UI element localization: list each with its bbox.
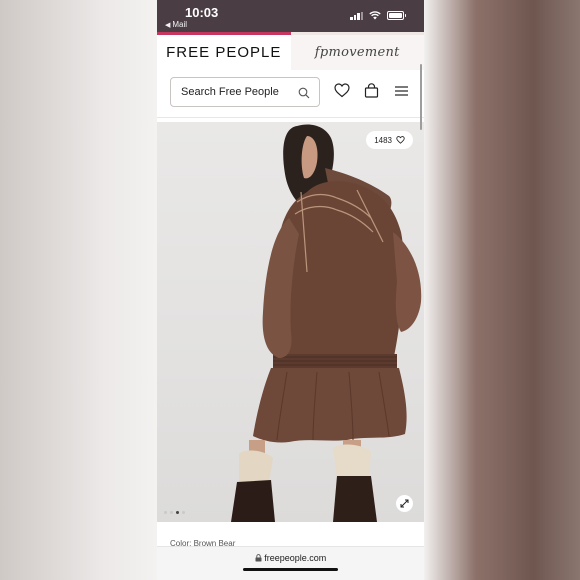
battery-icon: [387, 11, 406, 20]
likes-button[interactable]: 1483: [366, 131, 413, 149]
status-time: 10:03: [185, 5, 219, 20]
likes-count: 1483: [374, 135, 392, 145]
carousel-dot[interactable]: [170, 511, 173, 514]
url-display[interactable]: freepeople.com: [157, 553, 424, 563]
model-photo: [231, 124, 422, 522]
expand-image-button[interactable]: [396, 495, 413, 512]
carousel-dot[interactable]: [164, 511, 167, 514]
url-text: freepeople.com: [264, 553, 327, 563]
carousel-dots[interactable]: [164, 511, 185, 514]
status-bar: 10:03 ◀ Mail: [157, 0, 424, 32]
carousel-dot[interactable]: [182, 511, 185, 514]
search-header: Search Free People: [157, 70, 424, 118]
back-label: Mail: [172, 20, 188, 29]
signal-icon: [350, 11, 363, 20]
wifi-icon: [369, 11, 381, 20]
back-to-mail-link[interactable]: ◀ Mail: [165, 20, 187, 29]
phone-screen: 10:03 ◀ Mail FREE PEOPLE fpmovement Sear: [157, 0, 424, 580]
product-image[interactable]: 1483: [157, 122, 424, 522]
carousel-dot-active[interactable]: [176, 511, 179, 514]
scrollbar[interactable]: [420, 64, 422, 130]
heart-outline-icon: [396, 136, 405, 144]
status-icons: [350, 11, 406, 20]
search-placeholder: Search Free People: [181, 86, 279, 98]
search-input[interactable]: Search Free People: [170, 77, 320, 107]
fp-movement-logo: fpmovement: [314, 45, 400, 60]
free-people-logo: FREE PEOPLE: [166, 44, 282, 61]
expand-icon: [400, 499, 409, 508]
brand-tabs: FREE PEOPLE fpmovement: [157, 32, 424, 70]
heart-icon[interactable]: [334, 83, 350, 98]
bag-icon[interactable]: [364, 83, 379, 98]
tab-fp-movement[interactable]: fpmovement: [290, 32, 424, 70]
lock-icon: [255, 554, 262, 562]
search-icon: [298, 87, 310, 99]
home-indicator[interactable]: [243, 568, 338, 571]
browser-bar: freepeople.com: [157, 546, 424, 580]
menu-icon[interactable]: [395, 86, 408, 96]
tab-free-people[interactable]: FREE PEOPLE: [157, 32, 291, 70]
back-arrow-icon: ◀: [165, 21, 171, 29]
